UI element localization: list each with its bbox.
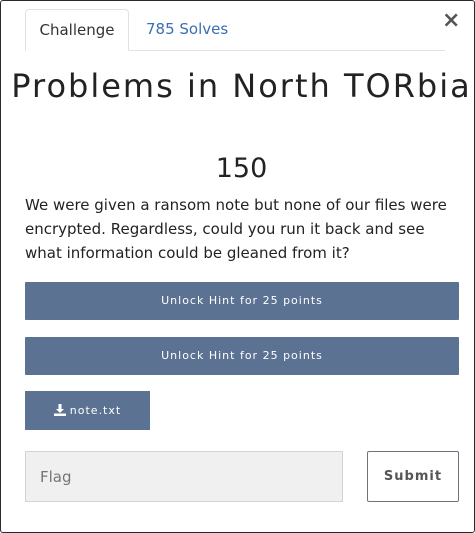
challenge-points: 150	[215, 153, 268, 184]
tab-solves[interactable]: 785 Solves	[146, 9, 228, 50]
tab-challenge[interactable]: Challenge	[25, 9, 129, 51]
file-name: note.txt	[69, 404, 122, 417]
challenge-description: We were given a ransom note but none of …	[25, 196, 447, 262]
unlock-hint-button[interactable]: Unlock Hint for 25 points	[25, 282, 459, 320]
challenge-modal: × Challenge 785 Solves Problems in North…	[0, 0, 475, 533]
challenge-tabs: Challenge 785 Solves	[25, 9, 445, 51]
download-file-button[interactable]: note.txt	[25, 391, 150, 430]
download-icon	[53, 404, 66, 416]
challenge-title: Problems in North TORbia	[11, 67, 472, 105]
submit-button[interactable]: Submit	[367, 451, 459, 502]
unlock-hint-button[interactable]: Unlock Hint for 25 points	[25, 337, 459, 375]
flag-input[interactable]	[25, 451, 343, 502]
